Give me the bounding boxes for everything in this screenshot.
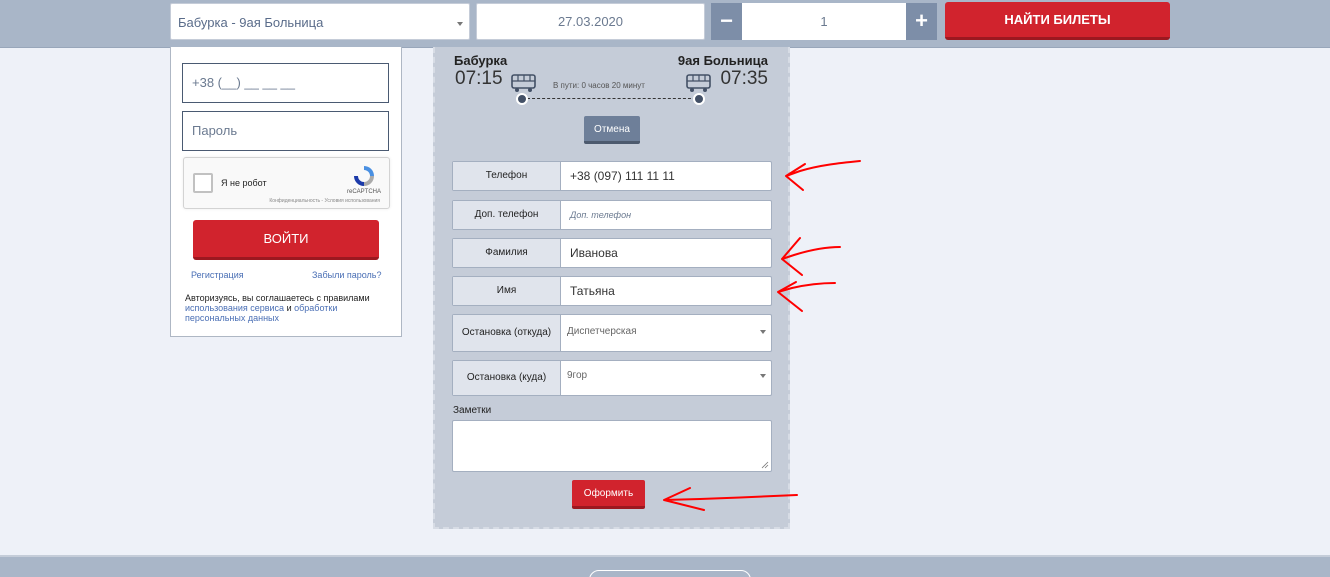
- stop-to-select[interactable]: 9гор: [567, 361, 587, 391]
- phone-label: Телефон: [453, 162, 561, 190]
- extra-phone-row: Доп. телефон Доп. телефон: [452, 200, 772, 230]
- chevron-down-icon: [760, 330, 766, 334]
- recaptcha-terms-link[interactable]: Конфиденциальность - Условия использован…: [269, 198, 380, 204]
- recaptcha-brand: reCAPTCHA: [346, 189, 381, 195]
- route-line: [522, 98, 701, 99]
- decrease-quantity-button[interactable]: −: [711, 3, 742, 40]
- extra-phone-field[interactable]: Доп. телефон: [570, 201, 631, 229]
- cancel-button[interactable]: Отмена: [584, 116, 640, 144]
- password-input[interactable]: Пароль: [182, 111, 389, 151]
- firstname-label: Имя: [453, 277, 561, 305]
- extra-phone-label: Доп. телефон: [453, 201, 561, 229]
- recaptcha-checkbox[interactable]: [193, 173, 213, 193]
- arrival-time: 07:35: [720, 68, 768, 89]
- resize-grip-icon[interactable]: [761, 461, 769, 469]
- stop-from-row: Остановка (откуда) Диспетчерская: [452, 314, 772, 352]
- footer: [0, 555, 1330, 577]
- terms-of-service-link[interactable]: использования сервиса: [185, 303, 284, 313]
- search-bar: Бабурка - 9ая Больница 27.03.2020 − 1 + …: [0, 0, 1330, 48]
- phone-row: Телефон +38 (097) 111 11 11: [452, 161, 772, 191]
- notes-label: Заметки: [453, 405, 492, 416]
- annotation-arrow-phone: [785, 160, 861, 191]
- terms-notice: Авторизуясь, вы соглашаетесь с правилами…: [185, 293, 395, 323]
- footer-button[interactable]: [589, 570, 751, 577]
- recaptcha-widget: Я не робот reCAPTCHA Конфиденциальность …: [183, 157, 390, 209]
- recaptcha-label: Я не робот: [221, 178, 267, 188]
- find-tickets-button[interactable]: НАЙТИ БИЛЕТЫ: [945, 2, 1170, 40]
- register-link[interactable]: Регистрация: [191, 270, 244, 280]
- arrival-station: 9ая Больница: [677, 53, 768, 68]
- increase-quantity-button[interactable]: +: [906, 3, 937, 40]
- submit-order-button[interactable]: Оформить: [572, 480, 645, 509]
- departure-dot: [516, 93, 528, 105]
- stop-to-row: Остановка (куда) 9гор: [452, 360, 772, 396]
- forgot-password-link[interactable]: Забыли пароль?: [312, 270, 381, 280]
- login-button[interactable]: ВОЙТИ: [193, 220, 379, 260]
- firstname-field[interactable]: Татьяна: [570, 277, 615, 305]
- date-field[interactable]: 27.03.2020: [476, 3, 705, 40]
- login-panel: +38 (__) __ __ __ Пароль Я не робот reCA…: [170, 47, 402, 337]
- arrival-dot: [693, 93, 705, 105]
- departure-time: 07:15: [455, 68, 503, 89]
- notes-textarea[interactable]: [452, 420, 772, 472]
- terms-notice-text: Авторизуясь, вы соглашаетесь с правилами: [185, 293, 370, 303]
- quantity-input[interactable]: 1: [742, 3, 906, 40]
- recaptcha-logo-icon: [354, 166, 374, 186]
- lastname-row: Фамилия Иванова: [452, 238, 772, 268]
- stop-from-label: Остановка (откуда): [453, 315, 561, 351]
- stop-to-label: Остановка (куда): [453, 361, 561, 395]
- chevron-down-icon: [760, 374, 766, 378]
- lastname-label: Фамилия: [453, 239, 561, 267]
- phone-input[interactable]: +38 (__) __ __ __: [182, 63, 389, 103]
- departure-station: Бабурка: [454, 53, 508, 68]
- firstname-row: Имя Татьяна: [452, 276, 772, 306]
- chevron-down-icon: [457, 22, 463, 26]
- booking-form: Бабурка 9ая Больница 07:15 07:35 В пути:…: [433, 47, 790, 529]
- route-select-value: Бабурка - 9ая Больница: [178, 15, 324, 30]
- bus-icon: [511, 74, 536, 92]
- lastname-field[interactable]: Иванова: [570, 239, 618, 267]
- trip-duration: В пути: 0 часов 20 минут: [553, 81, 645, 90]
- annotation-arrow-lastname: [781, 237, 841, 276]
- stop-from-select[interactable]: Диспетчерская: [567, 315, 637, 349]
- route-select[interactable]: Бабурка - 9ая Больница: [170, 3, 470, 40]
- phone-field[interactable]: +38 (097) 111 11 11: [570, 162, 675, 190]
- terms-notice-and: и: [286, 303, 292, 313]
- bus-icon: [686, 74, 711, 92]
